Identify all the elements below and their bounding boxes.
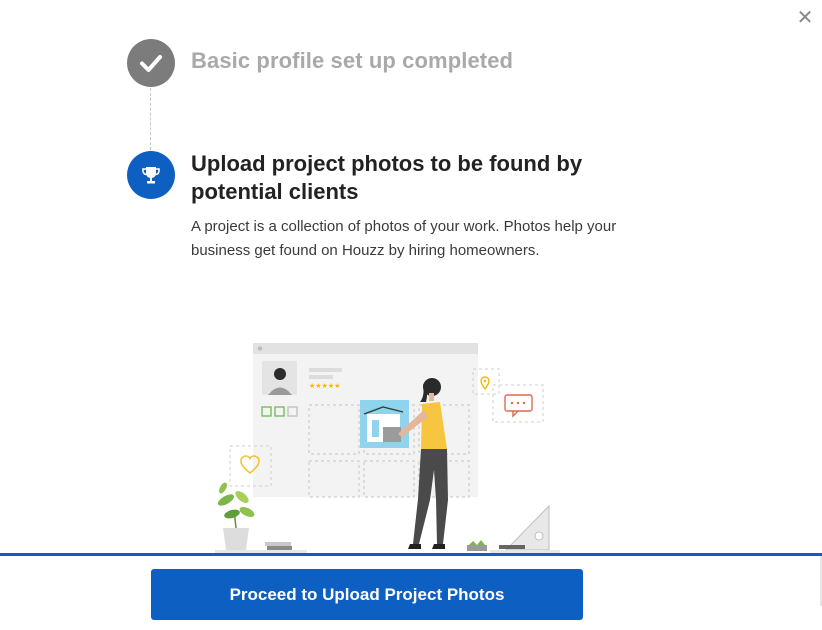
step-completed-badge bbox=[127, 39, 175, 87]
close-icon: ✕ bbox=[796, 7, 814, 29]
svg-text:★★★★★: ★★★★★ bbox=[309, 382, 340, 390]
proceed-upload-button[interactable]: Proceed to Upload Project Photos bbox=[151, 569, 583, 620]
checkmark-icon bbox=[140, 55, 162, 72]
step-current-title: Upload project photos to be found by pot… bbox=[191, 151, 583, 204]
step-current-description: A project is a collection of photos of y… bbox=[191, 218, 617, 259]
trophy-icon bbox=[142, 167, 160, 184]
step-completed-title: Basic profile set up completed bbox=[191, 48, 514, 73]
dialog-footer: Proceed to Upload Project Photos bbox=[0, 553, 822, 630]
step-connector bbox=[150, 88, 151, 150]
project-photos-illustration: ★★★★★ bbox=[215, 343, 560, 553]
close-button[interactable]: ✕ bbox=[795, 8, 815, 28]
step-current-badge bbox=[127, 151, 175, 199]
